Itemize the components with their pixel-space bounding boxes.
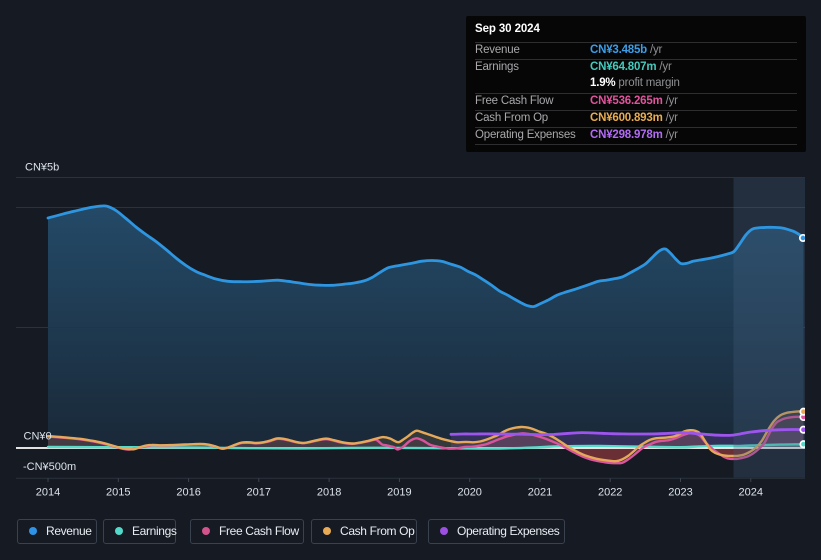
svg-text:2020: 2020 xyxy=(457,487,481,499)
svg-text:CN¥0: CN¥0 xyxy=(24,431,52,443)
svg-text:2019: 2019 xyxy=(387,487,411,499)
svg-text:2022: 2022 xyxy=(598,487,622,499)
svg-text:2014: 2014 xyxy=(36,487,60,499)
svg-text:2023: 2023 xyxy=(668,487,692,499)
svg-text:2016: 2016 xyxy=(176,487,200,499)
svg-text:CN¥5b: CN¥5b xyxy=(25,162,59,174)
svg-text:-CN¥500m: -CN¥500m xyxy=(23,461,76,473)
svg-text:2017: 2017 xyxy=(247,487,271,499)
svg-text:2015: 2015 xyxy=(106,487,130,499)
svg-text:2024: 2024 xyxy=(739,487,763,499)
svg-text:2018: 2018 xyxy=(317,487,341,499)
svg-text:2021: 2021 xyxy=(528,487,552,499)
